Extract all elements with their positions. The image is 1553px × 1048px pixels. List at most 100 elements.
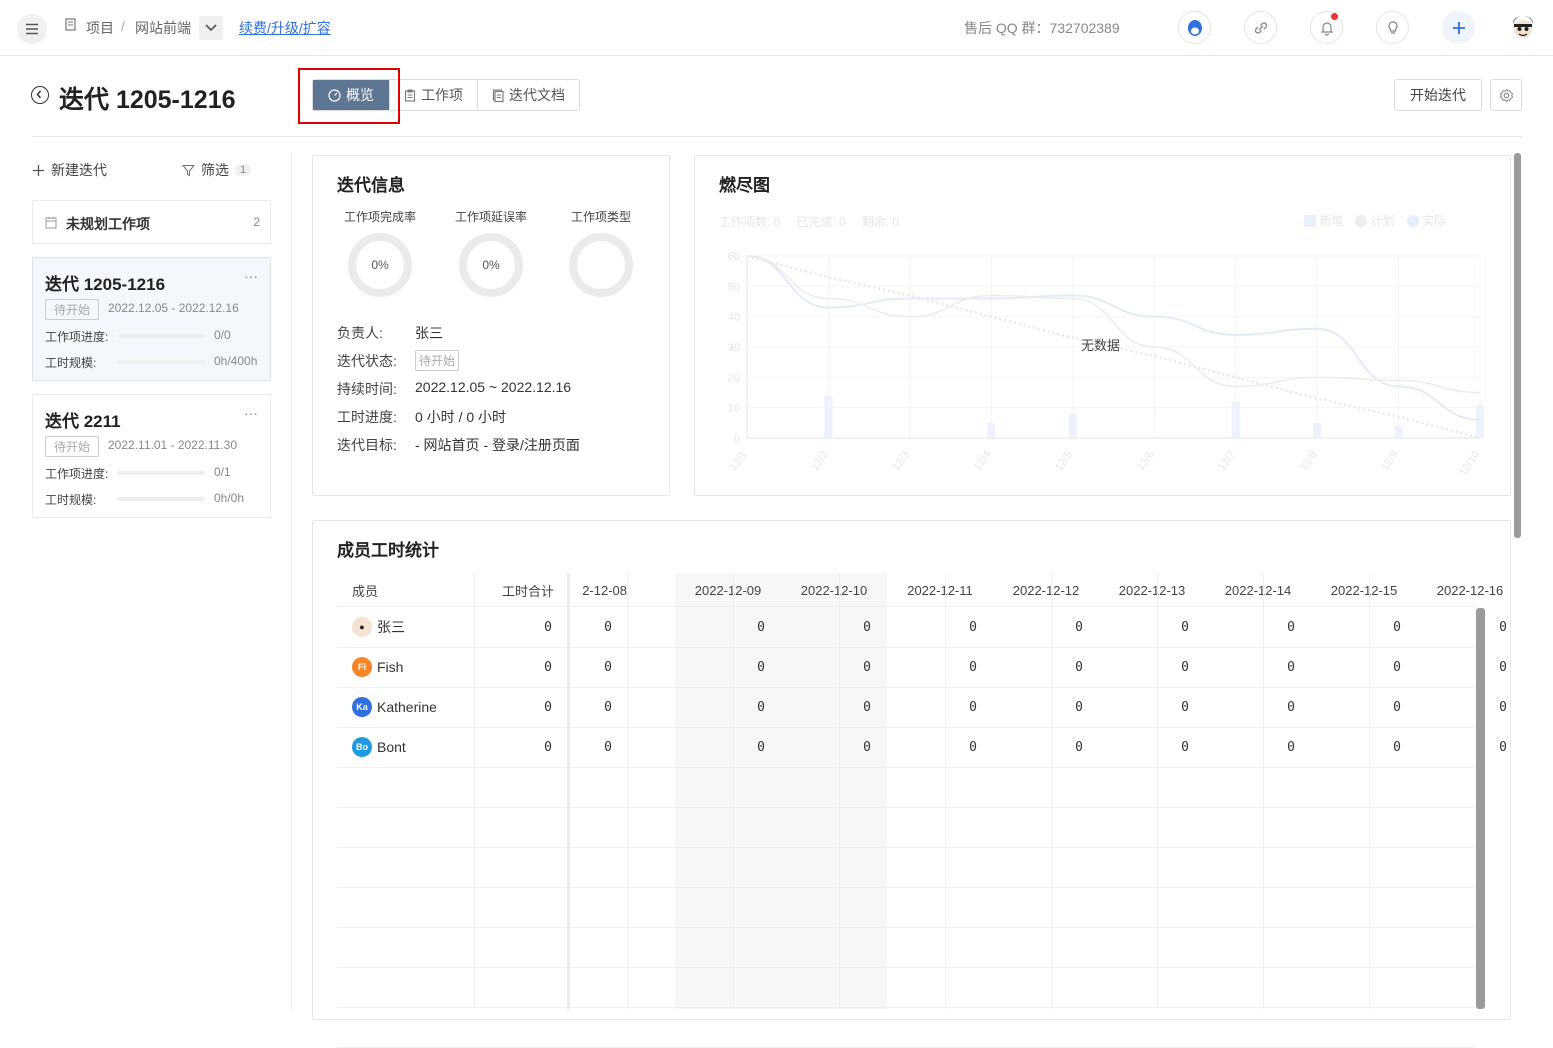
qq-group-text: 售后 QQ 群：732702389	[964, 20, 1120, 36]
iteration-card[interactable]: 迭代 2211 ··· 待开始 2022.11.01 - 2022.11.30 …	[32, 394, 271, 518]
delay-rate-ring: 0%	[459, 233, 523, 297]
hours-cell: 0	[863, 700, 871, 715]
item-type-ring	[569, 233, 633, 297]
member-name-label: Fish	[377, 659, 404, 675]
unplanned-count: 2	[253, 215, 260, 229]
tab-work-items[interactable]: 工作项	[389, 80, 477, 110]
renew-link[interactable]: 续费/升级/扩容	[239, 18, 331, 38]
menu-icon[interactable]	[17, 14, 47, 44]
tab-documents[interactable]: 迭代文档	[477, 80, 579, 110]
column-divider	[733, 573, 734, 1009]
x-tick-label: 12/4	[972, 449, 994, 473]
start-iteration-button[interactable]: 开始迭代	[1394, 79, 1482, 111]
unplanned-work-items[interactable]: 未规划工作项 2	[32, 200, 271, 244]
hours-cell: 0	[604, 660, 612, 675]
x-tick-label: 12/1	[727, 449, 749, 473]
clipboard-icon	[404, 89, 416, 102]
column-divider	[1263, 573, 1264, 1009]
hours-cell: 0	[1499, 700, 1507, 715]
added-bar	[1231, 401, 1240, 438]
x-tick-label: 12/2	[809, 449, 831, 473]
add-icon[interactable]	[1442, 11, 1475, 44]
row-divider	[337, 847, 1475, 848]
member-hours-table: 成员 工时合计 2-12-08 2022-12-09 2022-12-10 2022-12…	[337, 573, 1507, 1048]
duration-value: 2022.12.05 ~ 2022.12.16	[415, 379, 572, 395]
y-tick-label: 0	[734, 433, 740, 445]
iteration-info-title: 迭代信息	[337, 176, 405, 195]
member-name-label: 张三	[377, 619, 405, 635]
hours-cell: 0	[969, 740, 977, 755]
goal-label: 迭代目标:	[337, 437, 397, 453]
row-divider	[337, 927, 1475, 928]
iteration-dates: 2022.11.01 - 2022.11.30	[108, 438, 237, 452]
filter-count-badge: 1	[235, 164, 252, 176]
support-avatar-icon[interactable]	[1178, 11, 1211, 44]
hours-bar	[117, 497, 205, 501]
goal-value: - 网站首页 - 登录/注册页面	[415, 437, 580, 453]
page-scrollbar[interactable]	[1514, 153, 1521, 538]
iteration-card[interactable]: 迭代 1205-1216 ··· 待开始 2022.12.05 - 2022.1…	[32, 257, 271, 381]
hours-cell: 0	[757, 660, 765, 675]
row-divider	[337, 807, 1475, 808]
settings-button[interactable]	[1490, 79, 1522, 111]
progress-label: 工作项进度:	[45, 330, 109, 344]
project-dropdown-chevron-icon[interactable]	[199, 16, 223, 40]
legend-added-label: 新增	[1319, 214, 1344, 228]
legend-planned-label: 计划	[1370, 214, 1395, 228]
column-divider	[627, 573, 628, 1009]
new-iteration-label: 新建迭代	[51, 162, 107, 178]
avatar: Ka	[352, 697, 372, 717]
user-avatar[interactable]	[1510, 15, 1536, 41]
filter-button[interactable]: 筛选 1	[182, 160, 252, 180]
legend-actual[interactable]: 实际	[1406, 212, 1446, 229]
link-icon[interactable]	[1244, 11, 1277, 44]
legend-planned[interactable]: 计划	[1355, 212, 1395, 229]
hours-cell: 0	[863, 740, 871, 755]
column-header-date: 2022-12-13	[1118, 582, 1186, 598]
breadcrumb-current[interactable]: 网站前端	[135, 18, 191, 38]
row-divider	[337, 687, 1475, 688]
completion-rate-label: 工作项完成率	[343, 210, 416, 224]
added-bar	[1394, 425, 1403, 438]
y-tick-label: 40	[728, 312, 740, 324]
progress-bar	[117, 471, 205, 475]
bell-icon[interactable]	[1310, 11, 1343, 44]
hours-cell: 0	[1075, 700, 1083, 715]
hours-cell: 0	[1393, 700, 1401, 715]
chart-legend: 新增 计划 实际	[1304, 212, 1446, 229]
completion-rate-ring: 0%	[348, 233, 412, 297]
y-tick-label: 10	[728, 403, 740, 415]
member-hours-title: 成员工时统计	[337, 541, 439, 560]
lightbulb-icon[interactable]	[1376, 11, 1409, 44]
hours-cell: 0	[604, 740, 612, 755]
hours-cell: 0	[757, 700, 765, 715]
member-name: Fi Fish	[352, 657, 403, 677]
hours-cell: 0	[757, 740, 765, 755]
progress-value: 0/1	[214, 465, 231, 479]
more-icon[interactable]: ···	[244, 405, 258, 421]
page-title: 迭代 1205-1216	[59, 86, 236, 114]
legend-added[interactable]: 新增	[1304, 212, 1343, 229]
summary-remaining: 剩余: 0	[861, 215, 900, 229]
status-label: 迭代状态:	[337, 353, 397, 369]
breadcrumb-project[interactable]: 项目	[86, 18, 114, 38]
plus-icon	[33, 164, 44, 176]
item-type-label: 工作项类型	[570, 210, 631, 224]
new-iteration-button[interactable]: 新建迭代	[32, 160, 107, 180]
table-scrollbar[interactable]	[1476, 608, 1485, 1009]
hours-cell: 0	[969, 660, 977, 675]
hours-progress-value: 0 小时 / 0 小时	[415, 409, 507, 425]
burndown-title: 燃尽图	[719, 176, 770, 195]
column-header-date: 2022-12-14	[1224, 582, 1292, 598]
summary-total: 工作项数: 0	[719, 215, 781, 229]
back-icon[interactable]	[31, 86, 49, 104]
weekend-column	[675, 573, 887, 1009]
hours-cell: 0	[1287, 660, 1295, 675]
more-icon[interactable]: ···	[244, 268, 258, 284]
added-bar	[1476, 404, 1484, 438]
hours-progress-label: 工时进度:	[337, 409, 397, 425]
hours-cell: 0	[1181, 740, 1189, 755]
row-divider	[337, 1007, 1475, 1008]
column-divider	[945, 573, 946, 1009]
hours-cell: 0	[604, 700, 612, 715]
